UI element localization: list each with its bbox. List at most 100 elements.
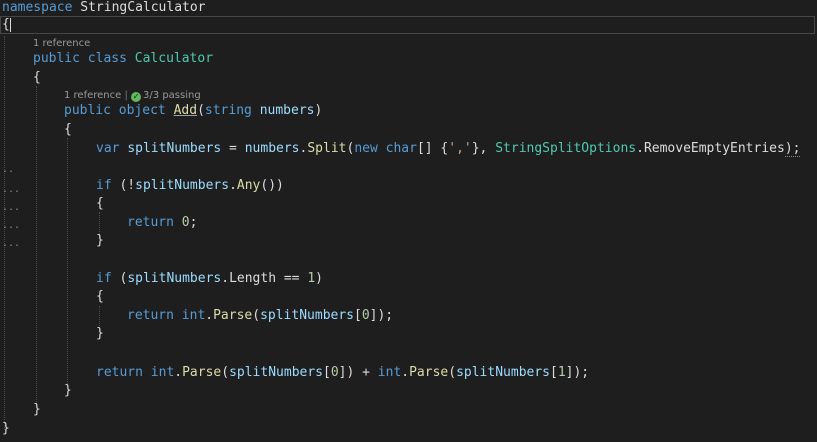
keyword: new <box>354 141 378 156</box>
line-method-close-brace[interactable]: } <box>64 382 72 400</box>
line-method-open-brace[interactable]: { <box>64 121 72 139</box>
line-if2-close-brace[interactable]: } <box>96 325 104 343</box>
dot: . <box>229 178 237 193</box>
tests-passing[interactable]: 3/3 passing <box>143 90 201 101</box>
method-call: Parse <box>182 365 222 380</box>
brace: } <box>2 421 10 436</box>
statement-end: ); <box>573 365 590 380</box>
enum-type: StringSplitOptions <box>495 141 637 156</box>
dot: . <box>205 308 214 323</box>
brace: { <box>33 70 41 85</box>
variable: splitNumbers <box>135 178 230 193</box>
number-literal: 1 <box>307 271 316 286</box>
keyword: class <box>87 51 127 66</box>
check-circle-icon: ✓ <box>131 92 142 102</box>
bracket: [ <box>323 365 331 380</box>
variable: splitNumbers <box>127 271 222 286</box>
brace: } <box>33 402 41 417</box>
keyword: return <box>127 215 174 230</box>
punctuation: ()) <box>260 178 284 193</box>
statement-end: ); <box>377 308 394 323</box>
punctuation: ( <box>111 271 128 286</box>
keyword: public <box>33 51 80 66</box>
number-literal: 0 <box>330 365 339 380</box>
reference-count[interactable]: 1 reference <box>64 90 121 101</box>
collapsed-region-marker[interactable]: ... <box>2 203 20 213</box>
reference-count[interactable]: 1 reference <box>33 38 90 49</box>
parameter: numbers <box>244 141 300 156</box>
line-split-statement[interactable]: var splitNumbers = numbers.Split(new cha… <box>96 140 801 158</box>
line-return-sum[interactable]: return int.Parse(splitNumbers[0]) + int.… <box>96 364 589 382</box>
indent-guide-class <box>36 86 37 406</box>
char-literal: ',' <box>448 141 472 156</box>
collapsed-region-marker[interactable]: ... <box>2 185 20 195</box>
indent-guide-method <box>67 138 68 386</box>
keyword: public <box>64 103 111 118</box>
line-if-any[interactable]: if (!splitNumbers.Any()) <box>96 177 284 195</box>
paren: ( <box>252 308 261 323</box>
line-namespace[interactable]: namespace StringCalculator <box>2 0 206 17</box>
line-namespace-close-brace[interactable]: } <box>2 420 10 438</box>
collapsed-region-marker[interactable]: .. <box>2 165 14 175</box>
keyword: int <box>181 308 206 323</box>
brace: { <box>2 17 10 32</box>
method-call: Parse <box>409 365 449 380</box>
paren: ( <box>448 365 457 380</box>
variable: splitNumbers <box>229 365 323 380</box>
punctuation: (! <box>111 178 136 193</box>
collapsed-region-marker[interactable]: ... <box>2 221 20 231</box>
number-literal: 0 <box>181 215 190 230</box>
keyword: return <box>127 308 174 323</box>
brace: { <box>96 196 104 211</box>
code-editor[interactable]: .. ... ... ... ... namespace StringCalcu… <box>0 0 817 442</box>
keyword: string <box>204 103 252 118</box>
keyword: var <box>96 141 120 156</box>
variable: splitNumbers <box>456 365 550 380</box>
class-name: Calculator <box>134 51 214 66</box>
paren: ( <box>197 103 205 118</box>
variable: splitNumbers <box>260 308 354 323</box>
parameter: numbers <box>259 103 315 118</box>
codelens-class-references[interactable]: 1 reference <box>33 37 90 51</box>
dot: . <box>174 365 183 380</box>
bracket: [ <box>354 308 362 323</box>
keyword: return <box>96 365 143 380</box>
keyword: char <box>385 141 417 156</box>
operator: = <box>221 141 245 156</box>
bracket: [ <box>550 365 558 380</box>
keyword: int <box>377 365 402 380</box>
text-caret <box>10 18 11 32</box>
line-if2-open-brace[interactable]: { <box>96 288 104 306</box>
method-call: Any <box>236 178 261 193</box>
line-class-declaration[interactable]: public class Calculator <box>33 50 213 68</box>
keyword: if <box>96 178 112 193</box>
line-if-length[interactable]: if (splitNumbers.Length == 1) <box>96 270 323 288</box>
line-return-parse-first[interactable]: return int.Parse(splitNumbers[0]); <box>127 307 393 325</box>
line-class-open-brace[interactable]: { <box>33 69 41 87</box>
line-if1-close-brace[interactable]: } <box>96 232 104 250</box>
line-namespace-open-brace[interactable]: { <box>2 16 10 34</box>
dot: . <box>221 271 230 286</box>
brace: } <box>64 383 72 398</box>
brace: { <box>64 122 72 137</box>
line-return-zero[interactable]: return 0; <box>127 214 197 232</box>
method-call: Parse <box>213 308 253 323</box>
property: Length <box>229 271 277 286</box>
collapsed-region-marker[interactable]: ... <box>2 239 20 249</box>
line-if1-open-brace[interactable]: { <box>96 195 104 213</box>
keyword: int <box>150 365 175 380</box>
brace: } <box>96 233 104 248</box>
number-literal: 0 <box>361 308 370 323</box>
line-method-declaration[interactable]: public object Add(string numbers) <box>64 102 322 120</box>
keyword: namespace <box>2 0 73 15</box>
paren: ) <box>315 271 323 286</box>
paren: ( <box>221 365 230 380</box>
array-close: }, <box>471 141 496 156</box>
line-class-close-brace[interactable]: } <box>33 401 41 419</box>
method-call: Split <box>307 141 347 156</box>
paren: ) <box>314 103 323 118</box>
codelens-method[interactable]: 1 reference | ✓ 3/3 passing <box>64 89 201 103</box>
keyword: if <box>96 271 112 286</box>
codelens-separator: | <box>124 90 128 101</box>
dot: . <box>636 141 644 156</box>
